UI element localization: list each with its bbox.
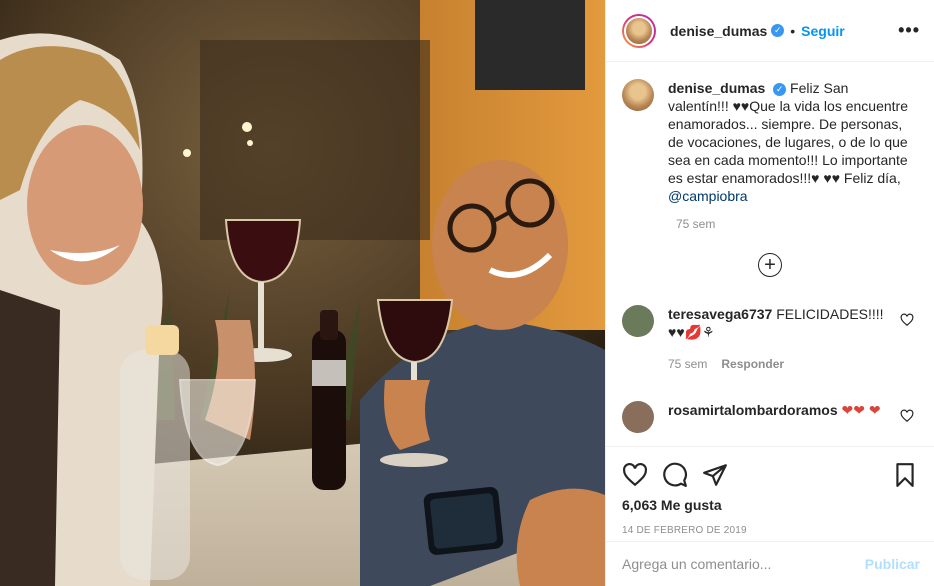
- comment-input[interactable]: [622, 556, 865, 572]
- like-comment-heart-icon[interactable]: [900, 409, 914, 423]
- instagram-post: denise_dumas ✓ • Seguir ••• denise_dumas…: [0, 0, 934, 586]
- comment-avatar[interactable]: [622, 305, 654, 337]
- share-paper-plane-icon[interactable]: [702, 462, 728, 488]
- comment-time: 75 sem: [668, 357, 708, 371]
- like-heart-icon[interactable]: [622, 462, 648, 488]
- comment-bubble-icon[interactable]: [662, 462, 688, 488]
- caption-time: 75 sem: [676, 217, 716, 231]
- action-icons: [622, 455, 918, 495]
- post-actions: 6,063 Me gusta 14 DE FEBRERO DE 2019: [606, 446, 934, 541]
- caption: denise_dumas ✓ Feliz San valentín!!! ♥♥Q…: [622, 79, 918, 205]
- comment-username[interactable]: rosamirtalombardoramos: [668, 402, 838, 418]
- more-options-icon[interactable]: •••: [898, 20, 920, 41]
- author-avatar[interactable]: [622, 13, 656, 48]
- post-sidebar: denise_dumas ✓ • Seguir ••• denise_dumas…: [605, 0, 934, 586]
- comment-username[interactable]: teresavega6737: [668, 306, 772, 322]
- publish-button[interactable]: Publicar: [865, 556, 920, 572]
- photo-illustration: [0, 0, 605, 586]
- comments-section[interactable]: denise_dumas ✓ Feliz San valentín!!! ♥♥Q…: [606, 63, 934, 445]
- likes-count[interactable]: 6,063 Me gusta: [622, 497, 918, 513]
- caption-username[interactable]: denise_dumas: [668, 80, 765, 96]
- like-comment-heart-icon[interactable]: [900, 313, 914, 327]
- verified-icon: ✓: [773, 82, 787, 96]
- save-bookmark-icon[interactable]: [892, 462, 918, 488]
- comment-item: teresavega6737 FELICIDADES!!!! ♥♥💋⚘ 75 s…: [622, 305, 918, 373]
- post-photo[interactable]: [0, 0, 605, 586]
- post-date: 14 DE FEBRERO DE 2019: [622, 525, 747, 536]
- author-username[interactable]: denise_dumas: [670, 23, 767, 39]
- follow-button[interactable]: Seguir: [801, 23, 845, 39]
- separator-dot: •: [790, 22, 796, 39]
- reply-button[interactable]: Responder: [721, 357, 784, 371]
- load-more-icon[interactable]: +: [758, 253, 782, 277]
- caption-avatar[interactable]: [622, 79, 654, 111]
- caption-mention[interactable]: @campiobra: [668, 188, 748, 204]
- load-more-comments: +: [622, 253, 918, 277]
- add-comment-bar: Publicar: [606, 541, 934, 586]
- comment-text: ❤❤ ❤: [841, 402, 881, 418]
- comment-meta: 75 sem Responder: [668, 355, 894, 373]
- caption-text: denise_dumas ✓ Feliz San valentín!!! ♥♥Q…: [668, 79, 908, 205]
- comment-avatar[interactable]: [622, 401, 654, 433]
- post-header: denise_dumas ✓ • Seguir •••: [606, 0, 934, 62]
- comment-item: rosamirtalombardoramos ❤❤ ❤: [622, 401, 918, 433]
- verified-icon: ✓: [771, 24, 785, 37]
